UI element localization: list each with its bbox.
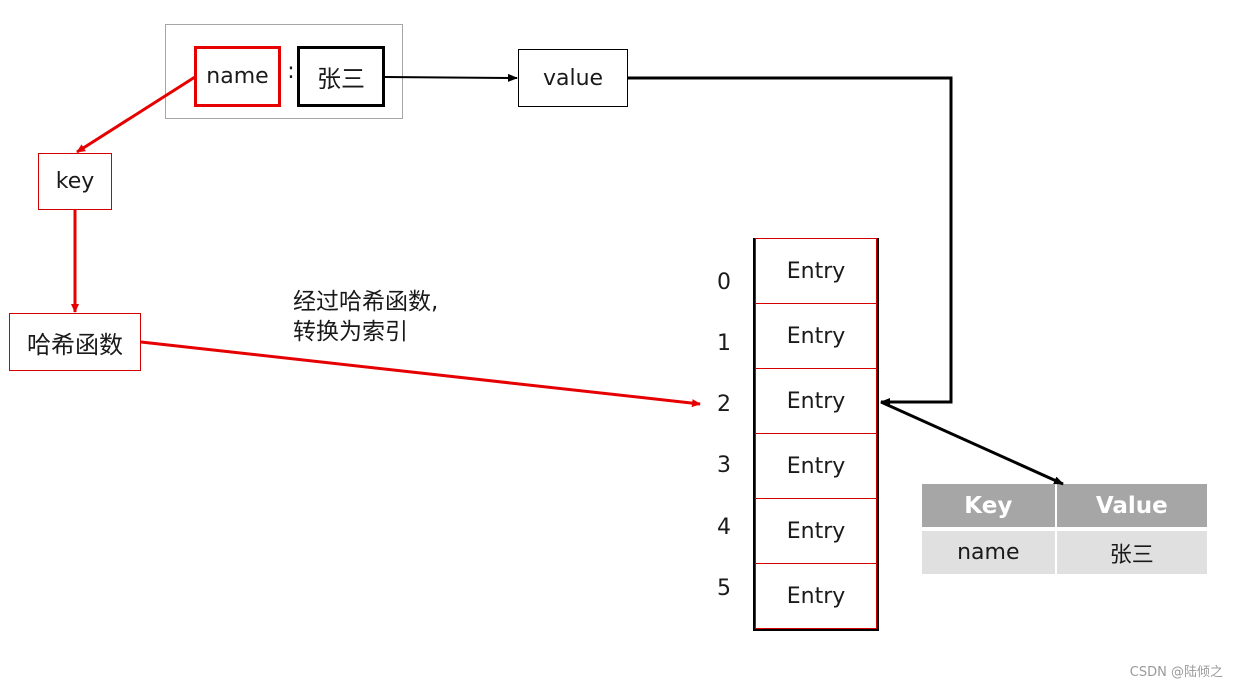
pair-separator: : (287, 58, 295, 84)
pair-key-box: name (194, 46, 281, 107)
bucket-cell-3: Entry (755, 434, 877, 499)
bucket-cell-2: Entry (755, 369, 877, 434)
value-label: value (542, 65, 604, 91)
hash-function-label: 哈希函数 (27, 330, 123, 359)
bucket-index-0: 0 (717, 270, 731, 295)
bucket-cell-4: Entry (755, 499, 877, 564)
bucket-index-4: 4 (717, 515, 731, 540)
arrow-hash-to-index (140, 340, 701, 408)
hash-function-box: 哈希函数 (9, 313, 141, 371)
entry-table-header-row: Key Value (922, 484, 1207, 531)
bucket-index-2: 2 (717, 392, 731, 417)
entry-table: Key Value name 张三 (922, 484, 1207, 574)
entry-table-header-value: Value (1056, 484, 1207, 531)
arrow-zhangsan-to-value (384, 73, 518, 82)
watermark: CSDN @陆倾之 (1129, 665, 1223, 680)
bucket-index-1: 1 (717, 331, 731, 356)
pair-key-text: name (206, 64, 269, 89)
pair-value-text: 张三 (317, 65, 365, 93)
entry-table-row: name 张三 (922, 531, 1207, 574)
hash-note: 经过哈希函数, 转换为索引 (293, 289, 439, 345)
key-label: key (55, 169, 95, 194)
bucket-cell-0: Entry (755, 238, 877, 304)
entry-table-cell-key: name (922, 531, 1057, 574)
bucket-cell-1: Entry (755, 304, 877, 369)
entry-table-header-key: Key (922, 484, 1057, 531)
key-box: key (38, 153, 112, 210)
bucket-index-5: 5 (717, 576, 731, 601)
bucket-array: Entry Entry Entry Entry Entry Entry (753, 238, 879, 631)
bucket-index-3: 3 (717, 453, 731, 478)
bucket-cell-5: Entry (755, 564, 877, 629)
pair-value-box: 张三 (297, 46, 385, 107)
value-box: value (518, 49, 628, 107)
entry-table-cell-value: 张三 (1056, 531, 1207, 574)
arrow-entry-to-table (880, 400, 1064, 486)
